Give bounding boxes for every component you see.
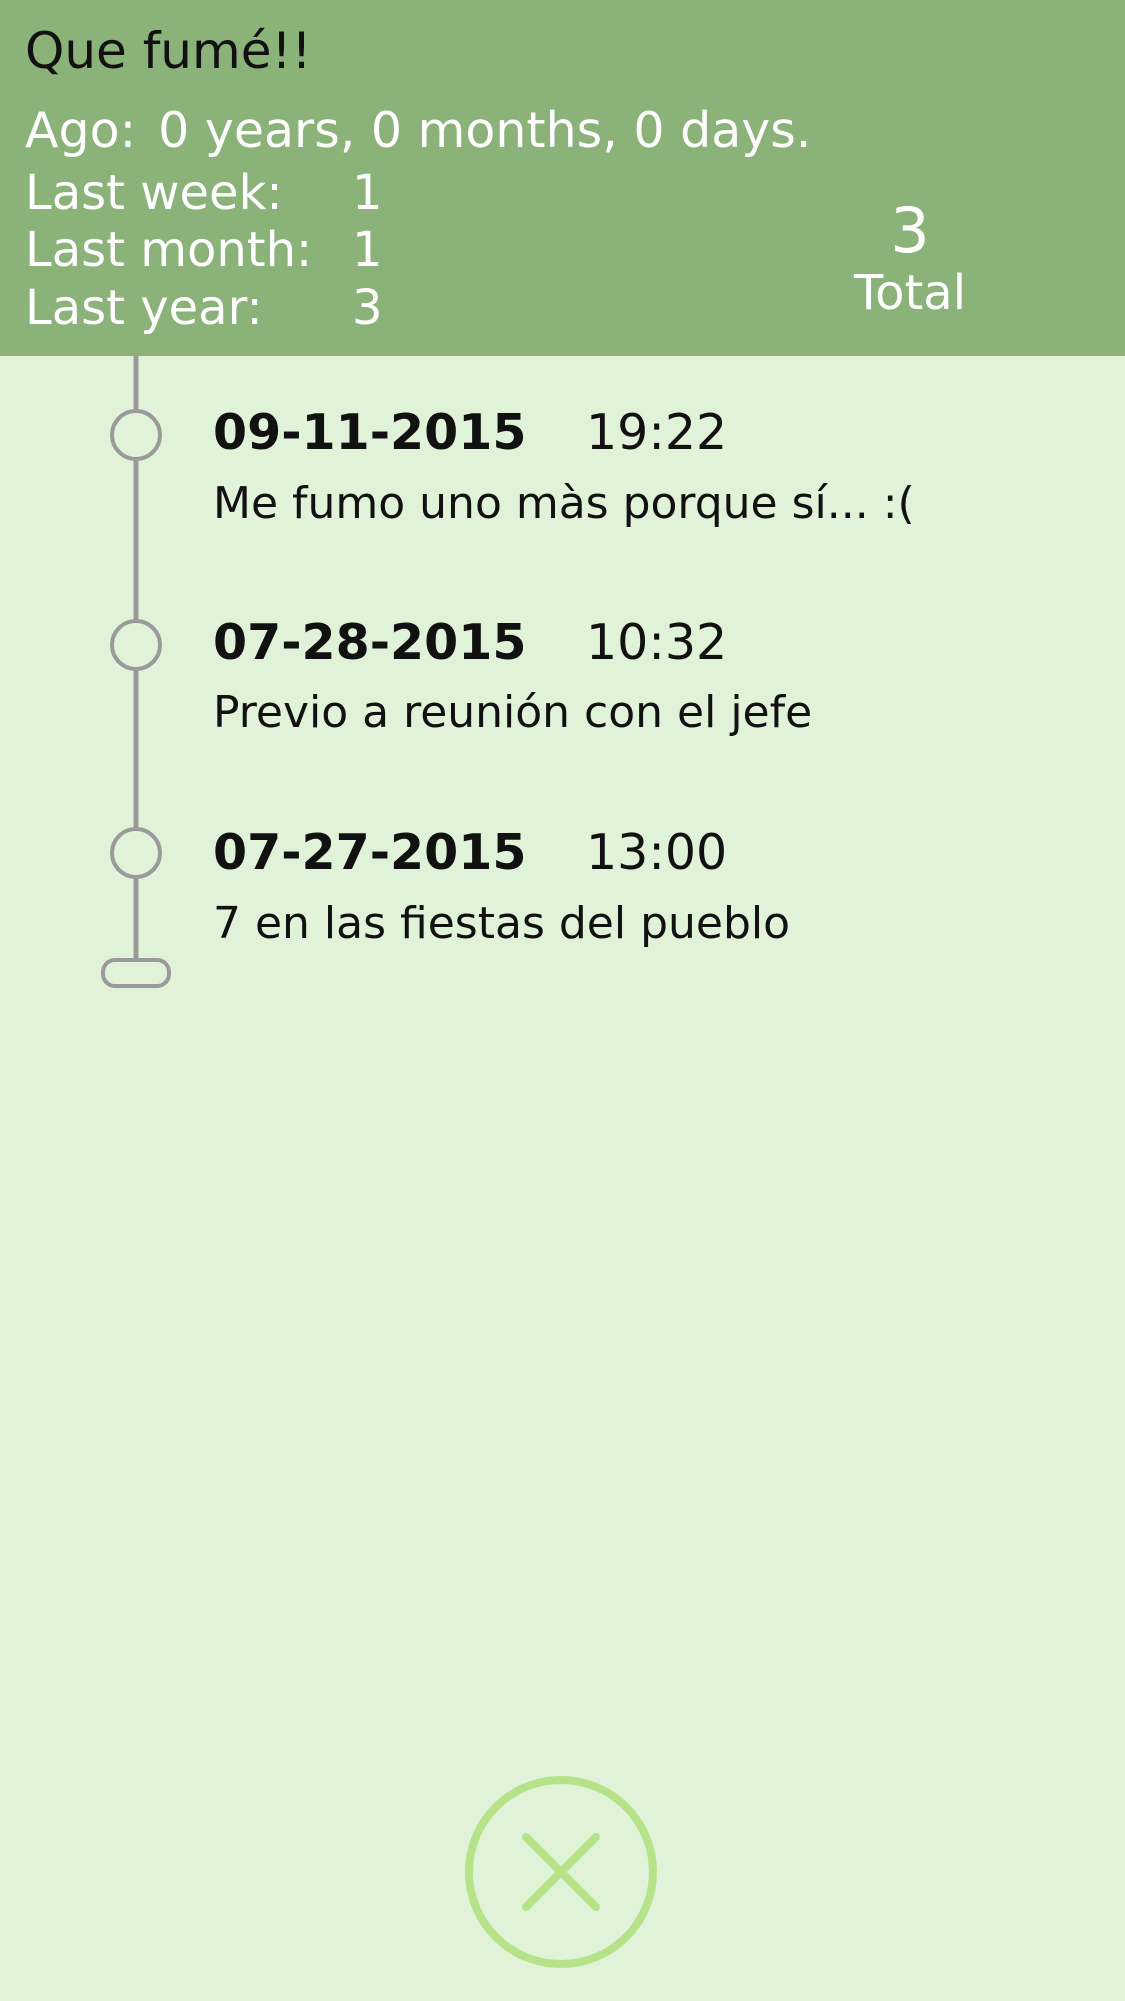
ago-row: Ago: 0 years, 0 months, 0 days.	[25, 102, 811, 159]
timeline: 09-11-2015 19:22 Me fumo uno màs porque …	[0, 356, 1125, 1006]
entry-note: Me fumo uno màs porque sí... :(	[213, 478, 915, 529]
app-title: Que fumé!!	[25, 22, 312, 80]
last-year-label: Last year:	[25, 280, 263, 336]
last-month-value: 1	[352, 222, 383, 278]
entry-date: 07-27-2015	[213, 824, 527, 881]
last-year-value: 3	[352, 280, 383, 336]
ago-label: Ago:	[25, 102, 137, 159]
entry-time: 13:00	[586, 824, 728, 881]
total-block: 3 Total	[820, 194, 1000, 321]
entry-time: 10:32	[586, 614, 728, 671]
total-count: 3	[890, 194, 930, 267]
header: Que fumé!! Ago: 0 years, 0 months, 0 days…	[0, 0, 1125, 356]
timeline-node-icon	[110, 409, 162, 461]
last-week-value: 1	[352, 165, 383, 221]
entry-note: Previo a reunión con el jefe	[213, 687, 813, 738]
total-label: Total	[853, 265, 967, 321]
entry-date: 07-28-2015	[213, 614, 527, 671]
close-button[interactable]	[463, 1774, 659, 1970]
last-month-label: Last month:	[25, 222, 313, 278]
close-x-icon	[465, 1776, 657, 1968]
last-week-label: Last week:	[25, 165, 283, 221]
entry-date: 09-11-2015	[213, 404, 527, 461]
timeline-node-icon	[110, 619, 162, 671]
entry-note: 7 en las fiestas del pueblo	[213, 898, 791, 949]
ago-value: 0 years, 0 months, 0 days.	[158, 102, 812, 159]
entry-time: 19:22	[586, 404, 728, 461]
timeline-node-icon	[110, 827, 162, 879]
timeline-end-cap	[101, 958, 171, 988]
